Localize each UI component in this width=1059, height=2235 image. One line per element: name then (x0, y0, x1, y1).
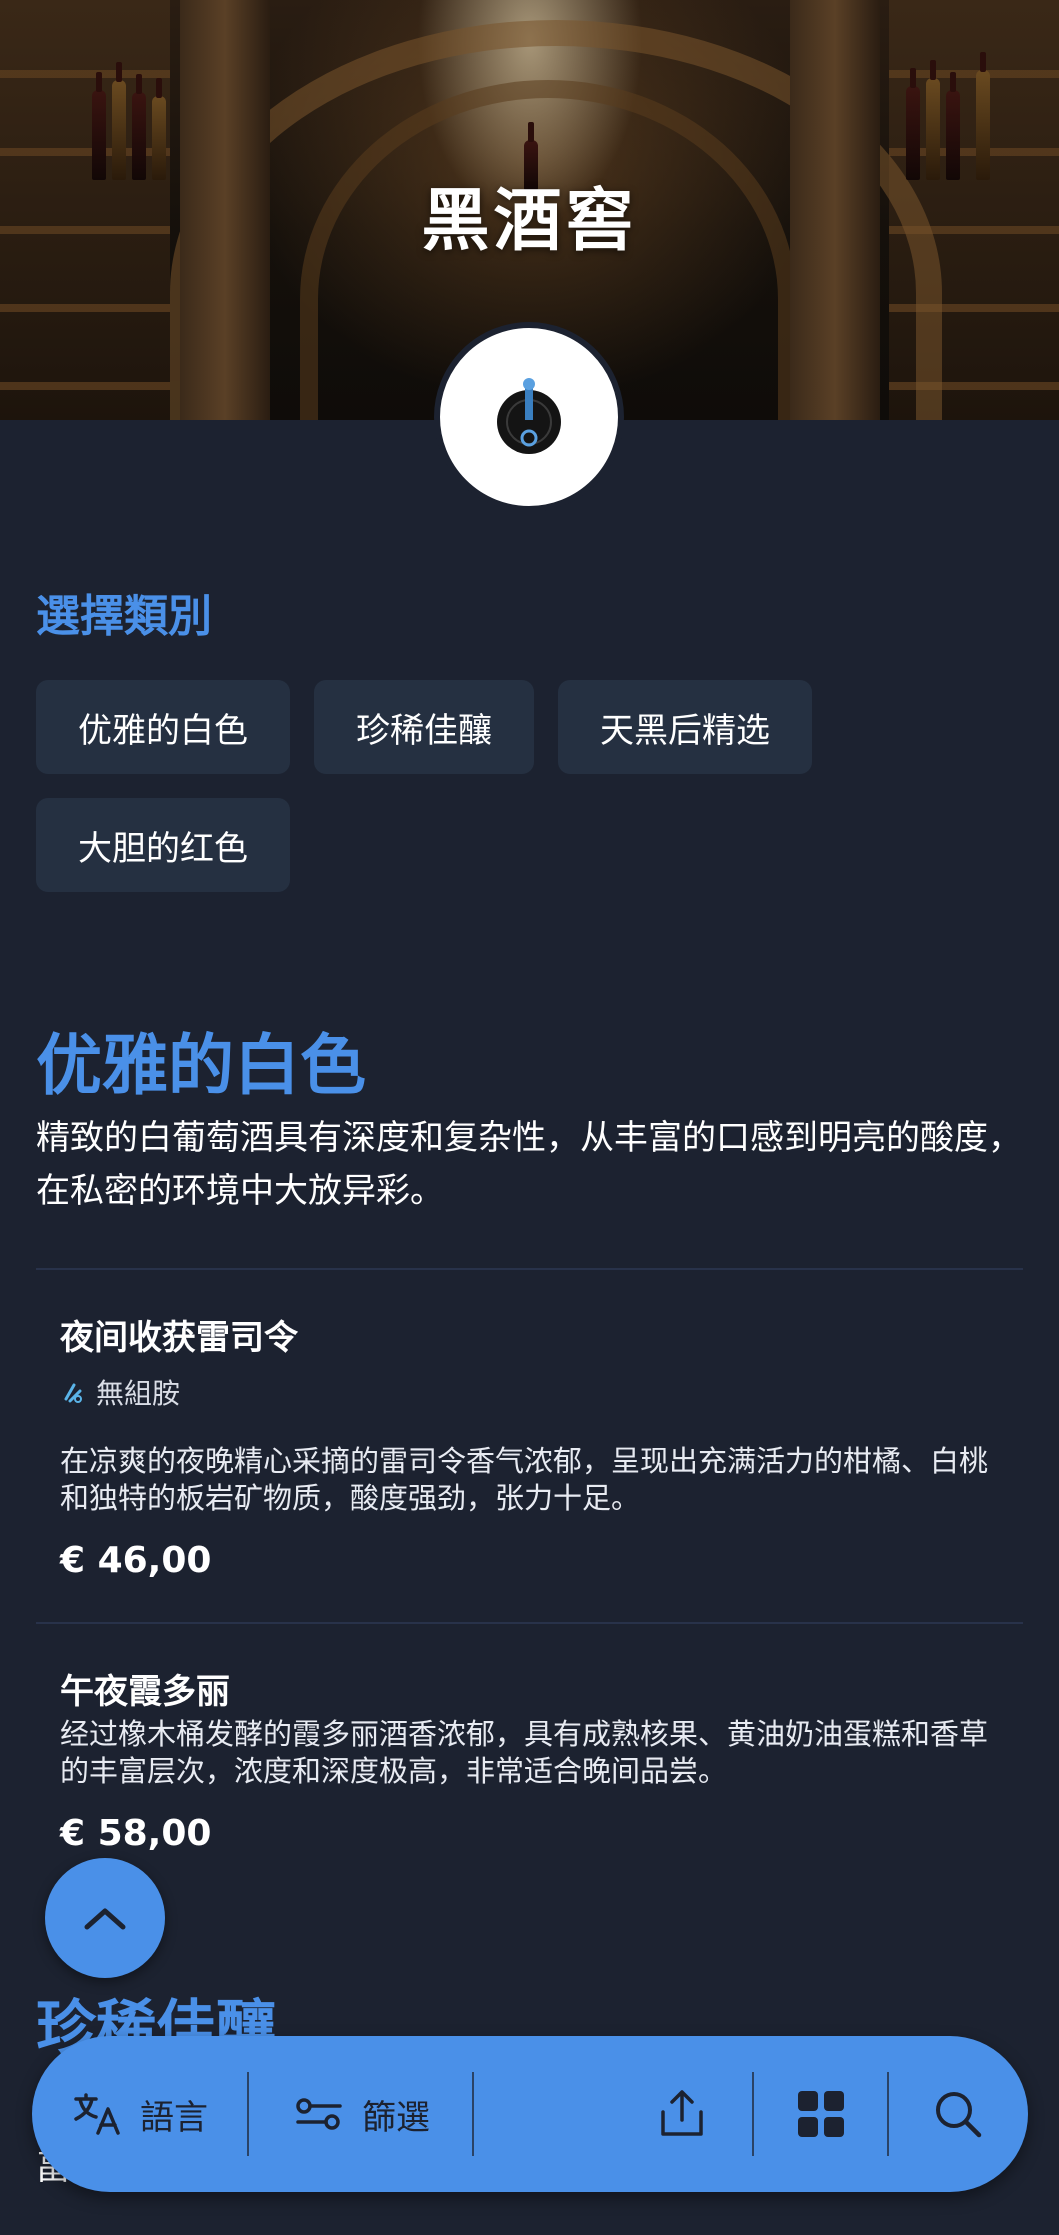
menu-item-price: € 46,00 (60, 1540, 212, 1581)
bottle (976, 52, 990, 180)
menu-item-description: 在凉爽的夜晚精心采摘的雷司令香气浓郁，呈现出充满活力的柑橘、白桃和独特的板岩矿物… (60, 1444, 989, 1515)
chip-rare-vintage[interactable]: 珍稀佳釀 (314, 680, 534, 774)
grid-icon (798, 2091, 844, 2137)
allergen-icon (64, 1383, 82, 1403)
divider (36, 1622, 1023, 1624)
category-chips: 优雅的白色 珍稀佳釀 天黑后精选 大胆的红色 (36, 680, 876, 892)
bottom-toolbar: 語言 篩選 (32, 2036, 1028, 2192)
share-button[interactable] (657, 2036, 707, 2192)
category-selector: 選擇類別 优雅的白色 珍稀佳釀 天黑后精选 大胆的红色 (36, 560, 1023, 892)
share-icon (661, 2090, 703, 2136)
menu-item-name[interactable]: 夜间收获雷司令 (60, 1310, 298, 1359)
toolbar-separator (247, 2072, 249, 2156)
filter-button[interactable]: 篩選 (294, 2036, 430, 2192)
category-section-label: 選擇類別 (36, 591, 212, 642)
restaurant-logo (434, 322, 624, 512)
scroll-to-top-button[interactable] (45, 1858, 165, 1978)
toolbar-separator (752, 2072, 754, 2156)
menu-item-price: € 58,00 (60, 1813, 212, 1854)
page-title: 黑酒窖 (421, 182, 638, 261)
filter-icon (296, 2098, 342, 2130)
key-logo-icon (497, 378, 561, 454)
toolbar-separator (887, 2072, 889, 2156)
grid-view-button[interactable] (796, 2036, 846, 2192)
allergen-tag: 無組胺 (60, 1372, 180, 1412)
category-description: 精致的白葡萄酒具有深度和复杂性，从丰富的口感到明亮的酸度，在私密的环境中大放异彩… (36, 1118, 1022, 1211)
language-label: 語言 (140, 2097, 208, 2138)
translate-icon (74, 2093, 120, 2135)
menu-item-description: 经过橡木桶发酵的霞多丽酒香浓郁，具有成熟核果、黄油奶油蛋糕和香草的丰富层次，浓度… (60, 1717, 989, 1788)
search-icon (936, 2092, 982, 2138)
chevron-up-icon (84, 1908, 126, 1930)
language-button[interactable]: 語言 (72, 2036, 208, 2192)
chip-elegant-white[interactable]: 优雅的白色 (36, 680, 290, 774)
chip-bold-red[interactable]: 大胆的红色 (36, 798, 290, 892)
filter-label: 篩選 (362, 2097, 430, 2138)
menu-item-name[interactable]: 午夜霞多丽 (60, 1664, 230, 1713)
allergen-label: 無組胺 (96, 1377, 181, 1410)
chip-after-dark[interactable]: 天黑后精选 (558, 680, 812, 774)
toolbar-separator (472, 2072, 474, 2156)
search-button[interactable] (932, 2036, 984, 2192)
category-title: 优雅的白色 (36, 1027, 366, 1104)
divider (36, 1268, 1023, 1270)
